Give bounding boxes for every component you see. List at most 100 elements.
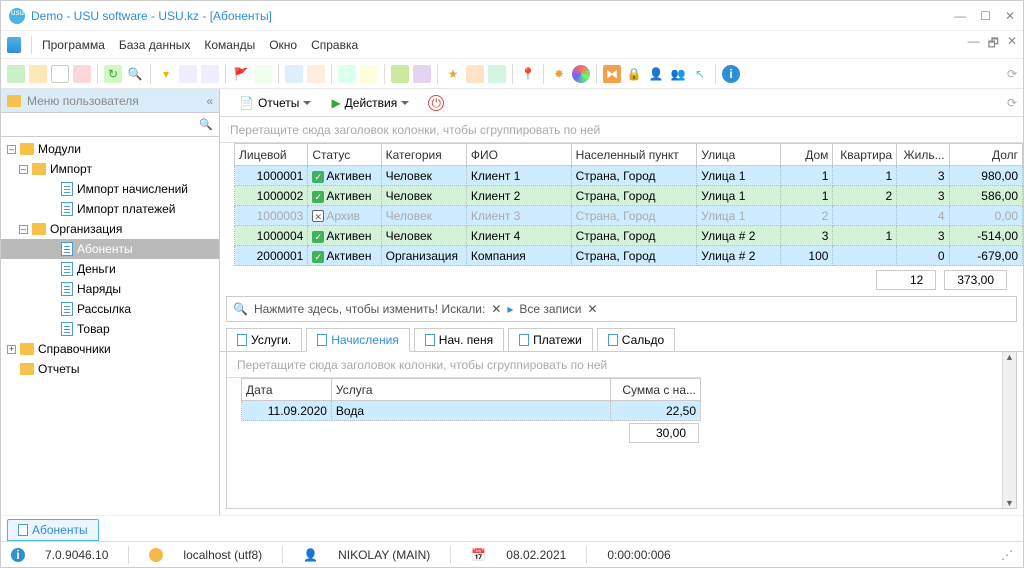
tb-new-icon[interactable]: [7, 65, 25, 83]
clear-filter-icon[interactable]: ✕: [491, 302, 501, 316]
tb-form-icon[interactable]: [285, 65, 303, 83]
tb-copy-icon[interactable]: [51, 65, 69, 83]
main-grid: ЛицевойСтатусКатегорияФИОНаселенный пунк…: [220, 143, 1023, 266]
tree-orders[interactable]: Наряды: [1, 279, 219, 299]
tb-group-icon[interactable]: [201, 65, 219, 83]
table-row[interactable]: 1000001✓АктивенЧеловекКлиент 1Страна, Го…: [235, 166, 1023, 186]
check-icon: ✓: [312, 251, 324, 263]
tree-import[interactable]: – Импорт: [1, 159, 219, 179]
tree-org[interactable]: – Организация: [1, 219, 219, 239]
tb-expand-icon[interactable]: ⟳: [1007, 67, 1017, 81]
col-header[interactable]: ФИО: [466, 144, 571, 166]
maximize-button[interactable]: ☐: [980, 9, 991, 23]
tb-image-icon[interactable]: [254, 65, 272, 83]
close-button[interactable]: ✕: [1005, 9, 1015, 23]
tb-wand-icon[interactable]: ↖: [691, 65, 709, 83]
col-header[interactable]: Долг: [949, 144, 1022, 166]
col-header[interactable]: Квартира: [833, 144, 897, 166]
table-row[interactable]: 1000003✕АрхивЧеловекКлиент 3Страна, Горо…: [235, 206, 1023, 226]
tree-expander-icon[interactable]: –: [7, 145, 16, 154]
table-row[interactable]: 2000001✓АктивенОрганизацияКомпанияСтрана…: [235, 246, 1023, 266]
resize-grip-icon[interactable]: ⋰: [1001, 548, 1013, 562]
detail-scrollbar[interactable]: ▲▼: [1002, 352, 1016, 508]
menu-window[interactable]: Окно: [269, 38, 297, 52]
detail-tab[interactable]: Нач. пеня: [414, 328, 504, 351]
tb-refresh-icon[interactable]: ↻: [104, 65, 122, 83]
tb-excel-icon[interactable]: [391, 65, 409, 83]
tree-goods[interactable]: Товар: [1, 319, 219, 339]
detail-tab[interactable]: Начисления: [306, 328, 410, 352]
menu-database[interactable]: База данных: [119, 38, 190, 52]
col-header[interactable]: Дата: [242, 379, 332, 401]
tb-open-icon[interactable]: [29, 65, 47, 83]
detail-tab[interactable]: Платежи: [508, 328, 593, 351]
col-header[interactable]: Услуга: [331, 379, 610, 401]
reports-dropdown[interactable]: 📄 Отчеты: [232, 93, 318, 113]
tb-card-icon[interactable]: [307, 65, 325, 83]
menu-program[interactable]: Программа: [42, 38, 105, 52]
bottom-tab-subscribers[interactable]: Абоненты: [7, 519, 99, 541]
tb-print-icon[interactable]: [413, 65, 431, 83]
tb-search-icon[interactable]: 🔍: [126, 65, 144, 83]
tb-color-icon[interactable]: [572, 65, 590, 83]
col-header[interactable]: Улица: [697, 144, 781, 166]
tree-import-payments[interactable]: Импорт платежей: [1, 199, 219, 219]
tree-mail[interactable]: Рассылка: [1, 299, 219, 319]
mdi-restore-button[interactable]: 🗗: [988, 34, 999, 55]
menu-commands[interactable]: Команды: [204, 38, 255, 52]
tree-reports[interactable]: + Отчеты: [1, 359, 219, 379]
tb-rss-icon[interactable]: ⧓: [603, 65, 621, 83]
clear-all-icon[interactable]: ✕: [588, 302, 598, 316]
group-hint[interactable]: Перетащите сюда заголовок колонки, чтобы…: [220, 117, 1023, 143]
subtb-expand-icon[interactable]: ⟳: [1007, 96, 1017, 110]
minimize-button[interactable]: —: [954, 9, 966, 23]
col-header[interactable]: Сумма с на...: [611, 379, 701, 401]
tb-pin-icon[interactable]: 📍: [519, 65, 537, 83]
tree-subscribers[interactable]: Абоненты: [1, 239, 219, 259]
tree-expander-icon[interactable]: –: [19, 165, 28, 174]
col-header[interactable]: Статус: [308, 144, 381, 166]
col-header[interactable]: Лицевой: [235, 144, 308, 166]
detail-tab[interactable]: Сальдо: [597, 328, 675, 351]
tb-users-icon[interactable]: 👥: [669, 65, 687, 83]
check-icon: ✓: [312, 191, 324, 203]
status-date: 08.02.2021: [506, 548, 566, 562]
tb-fav-icon[interactable]: [466, 65, 484, 83]
table-row[interactable]: 11.09.2020Вода22,50: [242, 401, 701, 421]
stop-button[interactable]: ⏻: [428, 95, 444, 111]
actions-dropdown[interactable]: ▶ Действия: [324, 93, 416, 113]
table-row[interactable]: 1000004✓АктивенЧеловекКлиент 4Страна, Го…: [235, 226, 1023, 246]
mdi-minimize-button[interactable]: —: [968, 34, 980, 55]
tb-user-icon[interactable]: 👤: [647, 65, 665, 83]
tree-expander-icon[interactable]: +: [7, 345, 16, 354]
sidebar-search[interactable]: [1, 113, 219, 137]
tb-export-icon[interactable]: [488, 65, 506, 83]
tb-filter-icon[interactable]: ▾: [157, 65, 175, 83]
detail-tab[interactable]: Услуги.: [226, 328, 302, 351]
tree-money[interactable]: Деньги: [1, 259, 219, 279]
col-header[interactable]: Дом: [781, 144, 833, 166]
tb-star-icon[interactable]: ★: [444, 65, 462, 83]
tree-import-charges[interactable]: Импорт начислений: [1, 179, 219, 199]
filter-bar[interactable]: 🔍 Нажмите здесь, чтобы изменить! Искали:…: [226, 296, 1017, 322]
tb-add-icon[interactable]: [338, 65, 356, 83]
tb-delete-icon[interactable]: [73, 65, 91, 83]
sidebar-collapse-icon[interactable]: «: [206, 94, 213, 108]
col-header[interactable]: Жиль...: [897, 144, 949, 166]
col-header[interactable]: Населенный пункт: [571, 144, 697, 166]
detail-group-hint[interactable]: Перетащите сюда заголовок колонки, чтобы…: [227, 352, 701, 378]
tb-gear-icon[interactable]: ✸: [550, 65, 568, 83]
mdi-close-button[interactable]: ✕: [1007, 34, 1017, 55]
table-row[interactable]: 1000002✓АктивенЧеловекКлиент 2Страна, Го…: [235, 186, 1023, 206]
col-header[interactable]: Категория: [381, 144, 466, 166]
tb-info-icon[interactable]: i: [722, 65, 740, 83]
nav-tree: – Модули – Импорт Импорт начислений Импо…: [1, 137, 219, 515]
menu-help[interactable]: Справка: [311, 38, 358, 52]
tree-expander-icon[interactable]: –: [19, 225, 28, 234]
tb-flag-icon[interactable]: 🚩: [232, 65, 250, 83]
tree-refs[interactable]: + Справочники: [1, 339, 219, 359]
tb-lock-icon[interactable]: 🔒: [625, 65, 643, 83]
tree-modules[interactable]: – Модули: [1, 139, 219, 159]
tb-note-icon[interactable]: [360, 65, 378, 83]
tb-sort-icon[interactable]: [179, 65, 197, 83]
